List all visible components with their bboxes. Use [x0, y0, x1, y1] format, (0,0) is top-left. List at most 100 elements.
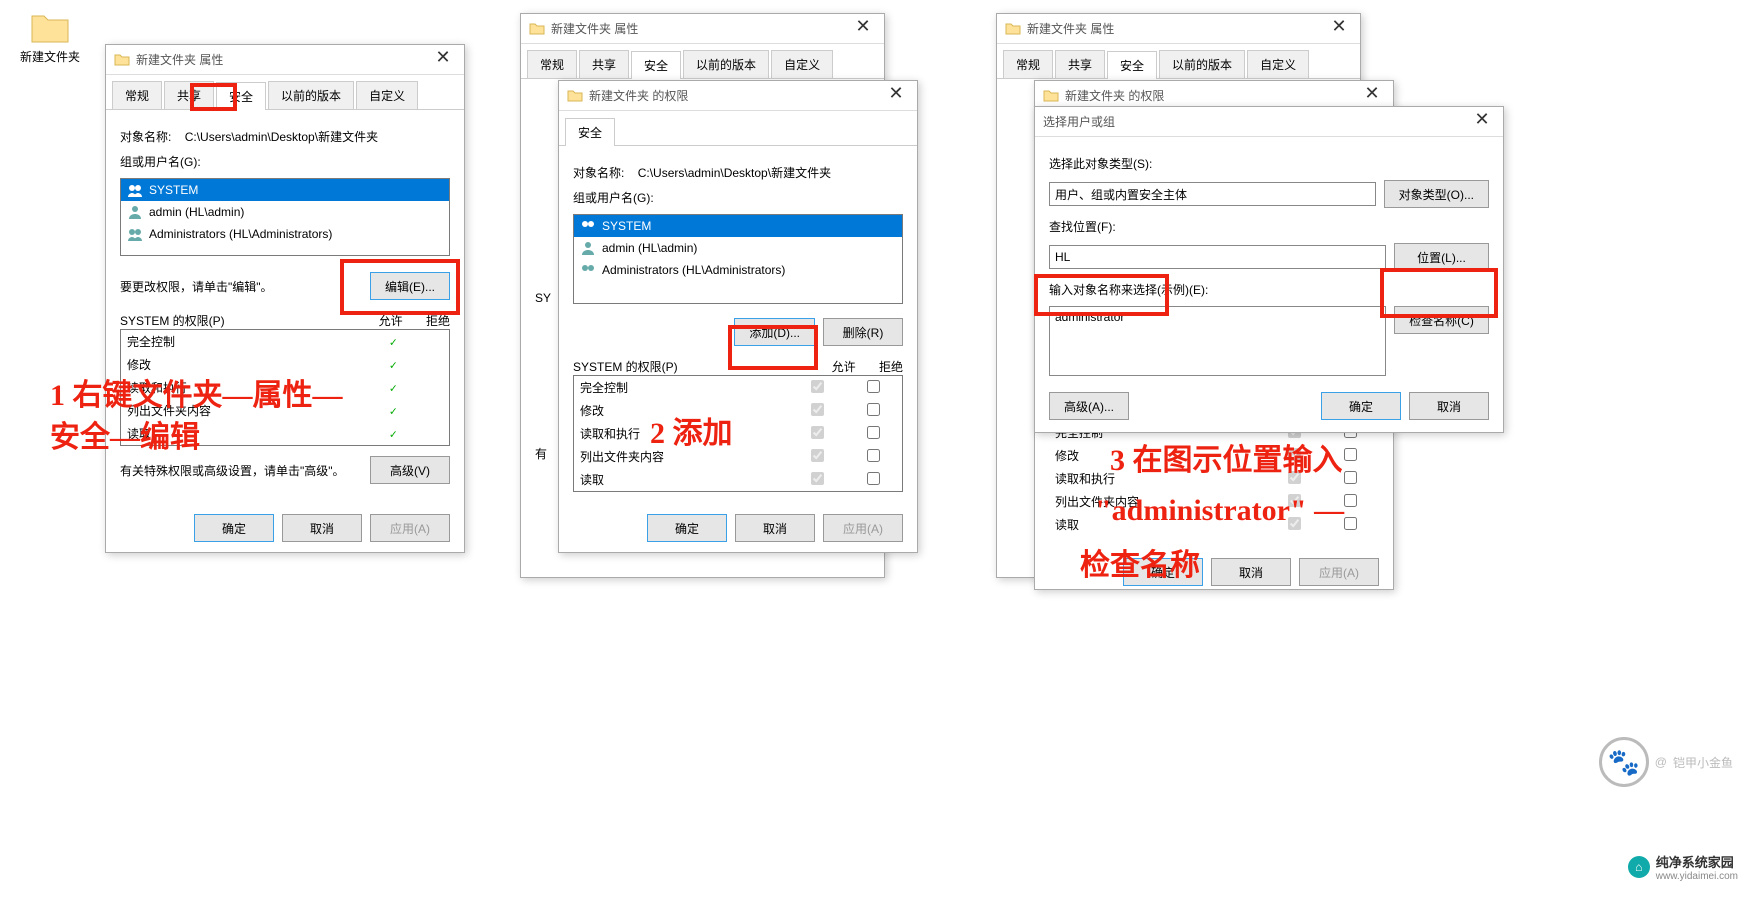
close-button[interactable]: ✕: [1467, 109, 1497, 130]
deny-checkbox[interactable]: [1344, 494, 1357, 507]
allow-checkbox[interactable]: [811, 380, 824, 393]
apply-button[interactable]: 应用(A): [370, 514, 450, 542]
tab-previous[interactable]: 以前的版本: [1159, 50, 1245, 78]
close-button[interactable]: ✕: [1357, 83, 1387, 104]
user-row-system[interactable]: SYSTEM: [121, 179, 449, 201]
annotation-step3a: 3 在图示位置输入: [1110, 440, 1343, 482]
permissions-title: SYSTEM 的权限(P): [573, 358, 678, 375]
perm-row: 列出文件夹内容: [574, 445, 902, 468]
user-icon: [580, 240, 596, 256]
annotation-step3c: 检查名称: [1080, 545, 1200, 587]
users-listbox[interactable]: SYSTEM admin (HL\admin) Administrators (…: [573, 214, 903, 304]
folder-icon: [567, 89, 583, 103]
tab-security[interactable]: 安全: [565, 118, 615, 146]
properties-dialog-1: 新建文件夹 属性 ✕ 常规 共享 安全 以前的版本 自定义 对象名称: C:\U…: [105, 44, 465, 553]
deny-checkbox[interactable]: [1344, 471, 1357, 484]
deny-checkbox[interactable]: [867, 380, 880, 393]
tab-general[interactable]: 常规: [112, 81, 162, 109]
deny-checkbox[interactable]: [1344, 448, 1357, 461]
tab-previous[interactable]: 以前的版本: [268, 81, 354, 109]
location-label: 查找位置(F):: [1049, 218, 1489, 235]
check-names-button[interactable]: 检查名称(C): [1394, 306, 1489, 334]
cancel-button[interactable]: 取消: [282, 514, 362, 542]
window-title: 新建文件夹 属性: [136, 51, 456, 68]
window-title: 新建文件夹 的权限: [1065, 87, 1385, 104]
allow-checkbox[interactable]: [811, 426, 824, 439]
tab-general[interactable]: 常规: [1003, 50, 1053, 78]
ok-button[interactable]: 确定: [194, 514, 274, 542]
tab-share[interactable]: 共享: [1055, 50, 1105, 78]
tab-custom[interactable]: 自定义: [1247, 50, 1309, 78]
user-row-administrators[interactable]: Administrators (HL\Administrators): [121, 223, 449, 245]
tab-share[interactable]: 共享: [579, 50, 629, 78]
object-types-button[interactable]: 对象类型(O)...: [1384, 180, 1489, 208]
user-row-admin[interactable]: admin (HL\admin): [574, 237, 902, 259]
edit-hint: 要更改权限，请单击"编辑"。: [120, 278, 273, 295]
allow-checkbox[interactable]: [811, 403, 824, 416]
tab-security[interactable]: 安全: [1107, 51, 1157, 79]
window-title: 新建文件夹 属性: [551, 20, 876, 37]
permissions-list[interactable]: 完全控制 修改 读取和执行 列出文件夹内容 读取: [573, 375, 903, 492]
location-button[interactable]: 位置(L)...: [1394, 243, 1489, 271]
ok-button[interactable]: 确定: [647, 514, 727, 542]
folder-icon: [1005, 22, 1021, 36]
check-icon: ✓: [390, 404, 397, 418]
close-button[interactable]: ✕: [848, 16, 878, 37]
cancel-button[interactable]: 取消: [1211, 558, 1291, 586]
close-button[interactable]: ✕: [428, 47, 458, 68]
tab-previous[interactable]: 以前的版本: [683, 50, 769, 78]
group-icon: [127, 226, 143, 242]
tab-share[interactable]: 共享: [164, 81, 214, 109]
permissions-title: SYSTEM 的权限(P): [120, 312, 225, 329]
folder-icon: [114, 53, 130, 67]
cancel-button[interactable]: 取消: [735, 514, 815, 542]
titlebar[interactable]: 新建文件夹 属性 ✕: [106, 45, 464, 75]
deny-checkbox[interactable]: [867, 449, 880, 462]
col-deny: 拒绝: [879, 360, 903, 374]
tab-custom[interactable]: 自定义: [356, 81, 418, 109]
allow-checkbox[interactable]: [811, 472, 824, 485]
perm-row: 读取: [574, 468, 902, 491]
annotation-step3b: "administrator" —: [1095, 490, 1344, 532]
object-path: C:\Users\admin\Desktop\新建文件夹: [638, 166, 831, 180]
tab-custom[interactable]: 自定义: [771, 50, 833, 78]
deny-checkbox[interactable]: [867, 426, 880, 439]
apply-button[interactable]: 应用(A): [1299, 558, 1379, 586]
user-row-admin[interactable]: admin (HL\admin): [121, 201, 449, 223]
deny-checkbox[interactable]: [1344, 517, 1357, 530]
check-icon: ✓: [390, 335, 397, 349]
close-button[interactable]: ✕: [1324, 16, 1354, 37]
object-name-label: 对象名称:: [120, 130, 171, 144]
add-button[interactable]: 添加(D)...: [734, 318, 815, 346]
window-title: 选择用户或组: [1043, 113, 1495, 130]
tab-general[interactable]: 常规: [527, 50, 577, 78]
remove-button[interactable]: 删除(R): [823, 318, 903, 346]
deny-checkbox[interactable]: [867, 403, 880, 416]
users-listbox[interactable]: SYSTEM admin (HL\admin) Administrators (…: [120, 178, 450, 256]
object-name-input[interactable]: administrator: [1049, 306, 1386, 376]
edit-button[interactable]: 编辑(E)...: [370, 272, 450, 300]
deny-checkbox[interactable]: [867, 472, 880, 485]
object-name-label: 对象名称:: [573, 166, 624, 180]
advanced-button[interactable]: 高级(V): [370, 456, 450, 484]
watermark: 🐾 @铠甲小金鱼: [1599, 737, 1733, 787]
desktop-folder[interactable]: 新建文件夹: [20, 10, 80, 65]
tab-security[interactable]: 安全: [216, 82, 266, 110]
folder-icon: [1043, 89, 1059, 103]
user-row-system[interactable]: SYSTEM: [574, 215, 902, 237]
cancel-button[interactable]: 取消: [1409, 392, 1489, 420]
tab-security[interactable]: 安全: [631, 51, 681, 79]
ok-button[interactable]: 确定: [1321, 392, 1401, 420]
location-field[interactable]: [1049, 245, 1386, 269]
tab-bar: 常规 共享 安全 以前的版本 自定义: [106, 75, 464, 110]
advanced-button[interactable]: 高级(A)...: [1049, 392, 1129, 420]
object-path: C:\Users\admin\Desktop\新建文件夹: [185, 130, 378, 144]
allow-checkbox[interactable]: [811, 449, 824, 462]
window-title: 新建文件夹 属性: [1027, 20, 1352, 37]
badge-title: 纯净系统家园: [1656, 852, 1738, 871]
user-row-administrators[interactable]: Administrators (HL\Administrators): [574, 259, 902, 281]
object-type-field[interactable]: [1049, 182, 1376, 206]
close-button[interactable]: ✕: [881, 83, 911, 104]
user-icon: [127, 204, 143, 220]
apply-button[interactable]: 应用(A): [823, 514, 903, 542]
